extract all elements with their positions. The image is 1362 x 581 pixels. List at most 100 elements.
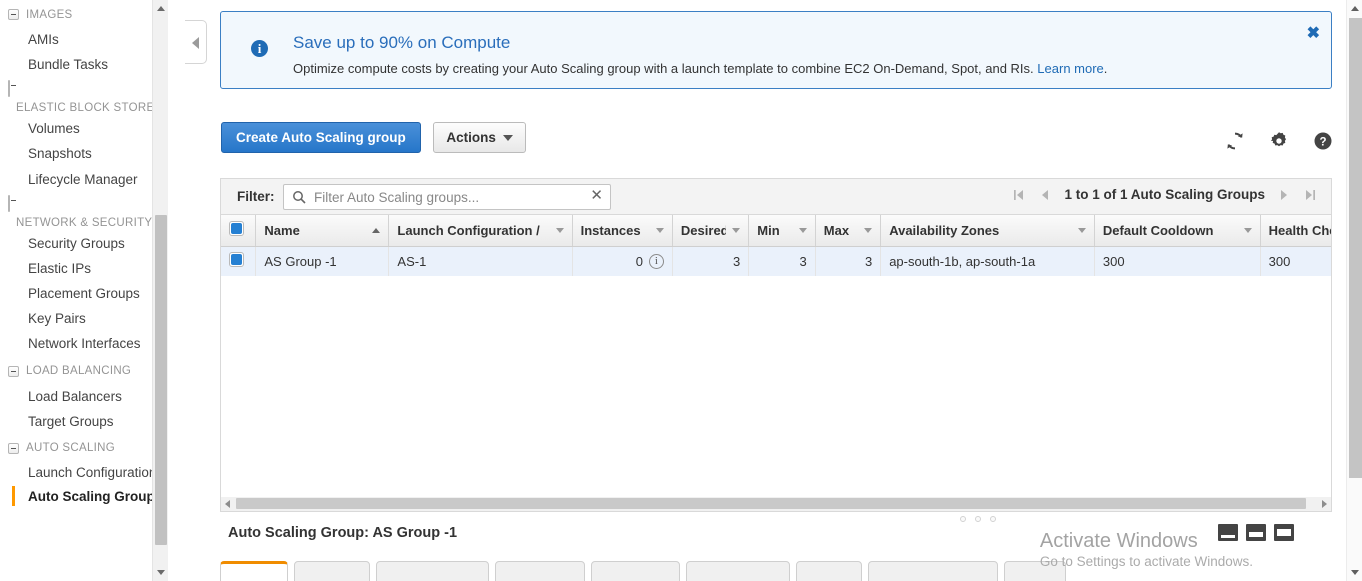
split-bottom-small-icon[interactable] bbox=[1218, 524, 1238, 541]
sidebar-item-auto-scaling-groups[interactable]: Auto Scaling Groups bbox=[0, 485, 168, 509]
scroll-right-icon[interactable] bbox=[1317, 497, 1331, 510]
sidebar-item-key-pairs[interactable]: Key Pairs bbox=[0, 306, 168, 331]
collapse-minus-icon[interactable] bbox=[8, 365, 19, 377]
actions-dropdown-button[interactable]: Actions bbox=[433, 122, 526, 153]
sidebar-group-header[interactable]: LOAD BALANCING bbox=[0, 359, 168, 384]
collapse-minus-icon[interactable] bbox=[8, 80, 10, 98]
table-body: AS Group -1 AS-1 0 i 3 3 3 ap-south-1b, ap-sout… bbox=[221, 246, 1331, 276]
column-header-desired[interactable]: Desired bbox=[672, 215, 750, 247]
chevron-down-icon[interactable] bbox=[1077, 227, 1086, 233]
sidebar-group-header[interactable]: NETWORK & SECURITY bbox=[0, 194, 168, 231]
column-header-default-cooldown[interactable]: Default Cooldown bbox=[1094, 215, 1261, 247]
column-header-instances[interactable]: Instances bbox=[572, 215, 673, 247]
detail-tab[interactable] bbox=[495, 561, 585, 581]
help-icon[interactable]: ? bbox=[1312, 130, 1334, 152]
table-row[interactable]: AS Group -1 AS-1 0 i 3 3 3 ap-south-1b, ap-sout… bbox=[221, 246, 1331, 276]
column-header-min[interactable]: Min bbox=[748, 215, 816, 247]
row-availability-zones: ap-south-1b, ap-south-1a bbox=[880, 246, 1095, 276]
info-icon[interactable]: i bbox=[648, 253, 664, 269]
page-scroll-thumb[interactable] bbox=[1349, 18, 1362, 478]
sidebar-item-snapshots[interactable]: Snapshots bbox=[0, 141, 168, 166]
utility-icons: ? bbox=[1224, 130, 1334, 152]
detail-tab[interactable] bbox=[686, 561, 790, 581]
select-all-checkbox[interactable] bbox=[229, 221, 244, 237]
sidebar-item-placement-groups[interactable]: Placement Groups bbox=[0, 281, 168, 306]
sidebar-item-security-groups[interactable]: Security Groups bbox=[0, 231, 168, 256]
sidebar-group-label: LOAD BALANCING bbox=[26, 365, 132, 378]
create-auto-scaling-group-button[interactable]: Create Auto Scaling group bbox=[221, 122, 421, 153]
clear-search-icon[interactable]: ✕ bbox=[590, 188, 603, 203]
refresh-icon[interactable] bbox=[1224, 130, 1246, 152]
sidebar-item-bundle-tasks[interactable]: Bundle Tasks bbox=[0, 52, 168, 77]
sidebar-group-label: AUTO SCALING bbox=[26, 442, 116, 455]
detail-tab-active[interactable] bbox=[220, 561, 288, 581]
horizontal-scroll-thumb[interactable] bbox=[236, 498, 1306, 509]
table-horizontal-scrollbar[interactable] bbox=[220, 497, 1332, 512]
column-header-name[interactable]: Name bbox=[255, 215, 390, 247]
panel-resize-grip[interactable] bbox=[960, 516, 996, 522]
column-header-label: Name bbox=[264, 222, 300, 238]
detail-tab[interactable] bbox=[796, 561, 862, 581]
sidebar-item-target-groups[interactable]: Target Groups bbox=[0, 409, 168, 434]
scroll-left-icon[interactable] bbox=[221, 497, 235, 510]
sidebar-group-header[interactable]: ELASTIC BLOCK STORE bbox=[0, 79, 168, 116]
chevron-down-icon[interactable] bbox=[798, 227, 807, 233]
split-bottom-large-icon[interactable] bbox=[1274, 524, 1294, 541]
detail-tab[interactable] bbox=[294, 561, 370, 581]
sidebar-item-launch-configurations[interactable]: Launch Configurations bbox=[0, 461, 168, 485]
column-header-health-check-grac[interactable]: Health Check Grac bbox=[1260, 215, 1331, 247]
row-instances: 0i bbox=[572, 246, 673, 276]
sidebar-group: ELASTIC BLOCK STORE Volumes Snapshots Lifec… bbox=[0, 79, 168, 191]
collapse-minus-icon[interactable] bbox=[8, 442, 19, 454]
sidebar-scroll-thumb[interactable] bbox=[155, 215, 167, 545]
sidebar-scrollbar[interactable] bbox=[152, 0, 168, 581]
sidebar-collapse-toggle[interactable] bbox=[185, 20, 207, 64]
sidebar-item-elastic-ips[interactable]: Elastic IPs bbox=[0, 256, 168, 281]
detail-panel-tabs bbox=[220, 561, 1066, 581]
chevron-down-icon[interactable] bbox=[732, 227, 741, 233]
detail-tab[interactable] bbox=[1004, 561, 1066, 581]
sidebar-item-amis[interactable]: AMIs bbox=[0, 27, 168, 52]
next-page-icon[interactable] bbox=[1277, 188, 1291, 202]
sidebar-item-volumes[interactable]: Volumes bbox=[0, 116, 168, 141]
first-page-icon[interactable] bbox=[1012, 188, 1026, 202]
watermark-subtitle: Go to Settings to activate Windows. bbox=[1039, 554, 1253, 569]
sidebar-item-lifecycle-manager[interactable]: Lifecycle Manager bbox=[0, 167, 168, 192]
page-scrollbar[interactable] bbox=[1346, 0, 1362, 581]
chevron-down-icon[interactable] bbox=[555, 227, 564, 233]
sidebar-item-network-interfaces[interactable]: Network Interfaces bbox=[0, 331, 168, 356]
detail-tab[interactable] bbox=[376, 561, 489, 581]
sidebar-group-label: NETWORK & SECURITY bbox=[16, 216, 153, 229]
sidebar-scroll-down-icon[interactable] bbox=[153, 564, 168, 581]
learn-more-link[interactable]: Learn more bbox=[1037, 61, 1103, 76]
sidebar-group-header[interactable]: IMAGES bbox=[0, 2, 168, 27]
collapse-minus-icon[interactable] bbox=[8, 9, 19, 20]
close-icon[interactable]: ✖ bbox=[1307, 26, 1320, 42]
page-scroll-down-icon[interactable] bbox=[1347, 564, 1362, 581]
search-input[interactable] bbox=[312, 185, 582, 209]
table-header-row: Name Launch Configuration / Instances Desir… bbox=[221, 215, 1331, 247]
chevron-down-icon[interactable] bbox=[864, 227, 873, 233]
search-input-wrapper[interactable]: ✕ bbox=[283, 184, 611, 210]
page-scroll-up-icon[interactable] bbox=[1347, 0, 1362, 17]
split-bottom-medium-icon[interactable] bbox=[1246, 524, 1266, 541]
gear-icon[interactable] bbox=[1268, 130, 1290, 152]
collapse-minus-icon[interactable] bbox=[8, 194, 10, 212]
previous-page-icon[interactable] bbox=[1038, 188, 1052, 202]
row-checkbox[interactable] bbox=[229, 252, 244, 268]
detail-tab[interactable] bbox=[868, 561, 998, 581]
detail-tab[interactable] bbox=[591, 561, 680, 581]
chevron-down-icon[interactable] bbox=[1243, 227, 1252, 233]
banner-description: Optimize compute costs by creating your … bbox=[293, 61, 1107, 76]
sidebar-scroll-up-icon[interactable] bbox=[153, 0, 168, 17]
column-header-max[interactable]: Max bbox=[815, 215, 882, 247]
grip-dot bbox=[990, 516, 996, 522]
column-header-availability-zones[interactable]: Availability Zones bbox=[880, 215, 1095, 247]
sidebar-item-load-balancers[interactable]: Load Balancers bbox=[0, 384, 168, 409]
last-page-icon[interactable] bbox=[1303, 188, 1317, 202]
sidebar-group-header[interactable]: AUTO SCALING bbox=[0, 436, 168, 461]
chevron-down-icon[interactable] bbox=[655, 227, 664, 233]
sort-ascending-icon[interactable] bbox=[372, 227, 381, 233]
column-header-launch-configuration[interactable]: Launch Configuration / bbox=[388, 215, 573, 247]
sidebar-group: IMAGES AMIs Bundle Tasks bbox=[0, 2, 168, 77]
